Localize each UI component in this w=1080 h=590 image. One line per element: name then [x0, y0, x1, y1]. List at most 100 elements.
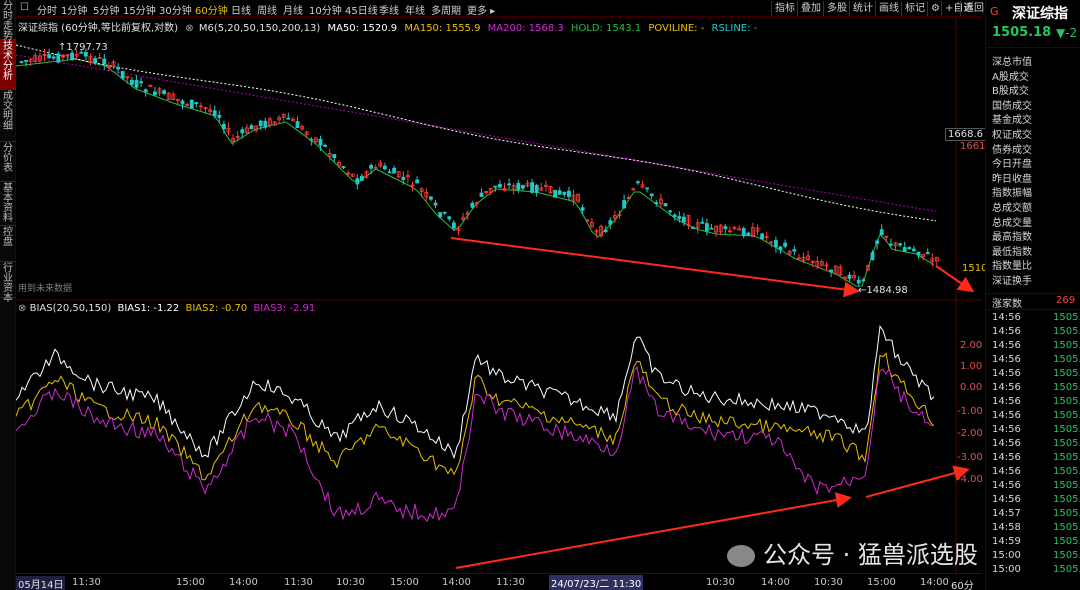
- candle-body: [152, 91, 157, 96]
- candle-body: [382, 165, 387, 170]
- moving-average-lines: [16, 44, 937, 287]
- quote-item-label: B股成交: [992, 86, 1029, 98]
- tick-value: 1505.1: [1053, 410, 1080, 421]
- bias-axis-0: 0.00: [960, 382, 983, 393]
- btn-overlay[interactable]: 叠加: [797, 1, 824, 16]
- candle-body: [723, 226, 728, 229]
- legend-toggle-icon[interactable]: ⊗: [185, 23, 193, 34]
- tick-value: 1505.1: [1053, 438, 1080, 449]
- vtab-basic-info[interactable]: 基本资料: [0, 182, 16, 226]
- period-more[interactable]: 更多 ▸: [467, 2, 495, 17]
- period-multi[interactable]: 多周期: [431, 2, 461, 17]
- candle-body: [447, 216, 452, 220]
- period-45day[interactable]: 45日线: [345, 2, 378, 17]
- bias2-line: [16, 352, 935, 481]
- vtab-fenshi[interactable]: 分时走势: [0, 0, 16, 42]
- vtab-industry-capital[interactable]: 行业资本: [0, 262, 16, 304]
- price-axis-1510: 1510: [962, 263, 988, 274]
- candle-body: [792, 249, 797, 252]
- vtab-tech-analysis[interactable]: 技术分析: [0, 40, 16, 90]
- tick-value: 1505.1: [1053, 354, 1080, 365]
- period-30min[interactable]: 30分钟: [159, 2, 192, 17]
- candle-body: [856, 279, 861, 284]
- candle-body: [567, 190, 571, 197]
- watermark-text: 公众号 · 猛兽派选股: [763, 541, 978, 569]
- candle-body: [309, 138, 314, 141]
- candle-body: [240, 129, 245, 134]
- bias1-line: [16, 324, 935, 460]
- period-15min[interactable]: 15分钟: [123, 2, 156, 17]
- candle-body: [557, 190, 562, 195]
- btn-stats[interactable]: 统计: [849, 1, 876, 16]
- tick-time: 15:00: [992, 550, 1021, 561]
- candle-body: [428, 196, 433, 200]
- left-vertical-nav: 分时走势 技术分析 成交明细 分价表 基本资料 控盘 行业资本: [0, 0, 16, 590]
- quote-item-label: 深总市值: [992, 57, 1032, 68]
- period-1min[interactable]: 1分钟: [61, 2, 87, 17]
- watermark: 公众号 · 猛兽派选股: [727, 535, 978, 570]
- period-10min[interactable]: 10分钟: [309, 2, 342, 17]
- time-label-13: 14:00: [920, 577, 949, 588]
- period-fenshi[interactable]: 分时: [37, 2, 57, 17]
- period-checkbox-icon[interactable]: ☐: [20, 2, 29, 13]
- period-month[interactable]: 月线: [283, 2, 303, 17]
- tick-time: 14:56: [992, 354, 1021, 365]
- btn-back[interactable]: 返回: [960, 1, 987, 16]
- btn-mark[interactable]: 标记: [901, 1, 928, 16]
- candle-body: [741, 228, 746, 237]
- candle-body: [212, 110, 217, 117]
- candle-body: [120, 70, 125, 79]
- candle-body: [392, 167, 397, 174]
- candle-body: [442, 211, 447, 214]
- btn-draw[interactable]: 画线: [875, 1, 902, 16]
- ma50-label: MA50: 1520.9: [327, 23, 398, 34]
- candle-body: [470, 202, 475, 208]
- candle-body: [51, 56, 56, 59]
- candle-body: [451, 222, 456, 229]
- vtab-trade-detail[interactable]: 成交明细: [0, 90, 16, 142]
- candle-body: [56, 53, 61, 63]
- hold-label: HOLD: 1543.1: [570, 23, 642, 34]
- candle-body: [359, 175, 364, 181]
- candle-body: [497, 184, 502, 188]
- bias-name: BIAS(20,50,150): [29, 303, 112, 314]
- btn-indicator[interactable]: 指标: [771, 1, 798, 16]
- period-5min[interactable]: 5分钟: [93, 2, 119, 17]
- bias-axis-m2: -2.00: [957, 428, 983, 439]
- candle-body: [221, 123, 226, 130]
- tick-value: 1505.1: [1053, 508, 1080, 519]
- candle-body: [861, 279, 866, 282]
- time-label-1: 11:30: [72, 577, 101, 588]
- btn-multi-stock[interactable]: 多股: [823, 1, 850, 16]
- tick-value: 1505.1: [1053, 466, 1080, 477]
- vtab-control[interactable]: 控盘: [0, 226, 16, 262]
- candle-body: [415, 179, 420, 184]
- candle-body: [139, 81, 143, 84]
- time-label-2: 15:00: [176, 577, 205, 588]
- time-label-9: 10:30: [706, 577, 735, 588]
- candle-body: [778, 246, 783, 250]
- candle-body: [479, 192, 484, 197]
- candle-body: [691, 227, 695, 229]
- quote-item-label: 指数量比: [992, 261, 1032, 273]
- tick-value: 1505.1: [1053, 452, 1080, 463]
- bias-axis-m1: -1.00: [957, 406, 983, 417]
- zhang-value: 269: [1056, 295, 1076, 306]
- bias-toggle-icon[interactable]: ⊗: [18, 303, 26, 314]
- period-week[interactable]: 周线: [257, 2, 277, 17]
- index-name: 深证综指: [1012, 6, 1068, 22]
- candle-body: [116, 66, 120, 70]
- chart-area[interactable]: [16, 0, 982, 590]
- bias-axis-m3: -3.00: [957, 452, 983, 463]
- period-season[interactable]: 季线: [379, 2, 399, 17]
- tick-time: 15:00: [992, 564, 1021, 575]
- period-year[interactable]: 年线: [405, 2, 425, 17]
- candle-body: [369, 164, 374, 169]
- candle-body: [332, 154, 337, 159]
- vtab-price-table[interactable]: 分价表: [0, 142, 16, 182]
- period-60min[interactable]: 60分钟: [195, 2, 228, 17]
- tick-time: 14:56: [992, 424, 1021, 435]
- candle-body: [134, 80, 139, 88]
- period-day[interactable]: 日线: [231, 2, 251, 17]
- tick-value: 1505.1: [1053, 480, 1080, 491]
